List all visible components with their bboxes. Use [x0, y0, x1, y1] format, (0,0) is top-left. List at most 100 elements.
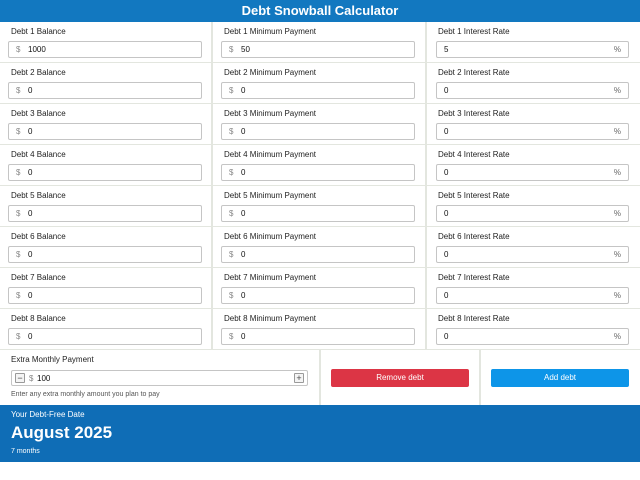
page-title: Debt Snowball Calculator: [0, 0, 640, 22]
debt-4-interest-rate-input[interactable]: 0%: [436, 164, 629, 181]
debt-5-balance-input[interactable]: $0: [8, 205, 202, 222]
debt-8-balance-input[interactable]: $0: [8, 328, 202, 345]
debt-5-balance-value[interactable]: 0: [28, 209, 32, 218]
debt-5-balance-label: Debt 5 Balance: [11, 191, 66, 200]
debt-7-interest-rate-input[interactable]: 0%: [436, 287, 629, 304]
debt-7-minimum-payment-cell: Debt 7 Minimum Payment $0: [213, 268, 425, 308]
currency-prefix: $: [229, 86, 234, 95]
debt-1-interest-rate-cell: Debt 1 Interest Rate 5%: [427, 22, 640, 62]
extra-payment-value[interactable]: 100: [37, 374, 50, 383]
debt-6-balance-cell: Debt 6 Balance $0: [0, 227, 211, 267]
debt-6-interest-rate-cell: Debt 6 Interest Rate 0%: [427, 227, 640, 267]
debt-1-minimum-payment-label: Debt 1 Minimum Payment: [224, 27, 317, 36]
percent-suffix: %: [613, 291, 621, 300]
debt-5-interest-rate-cell: Debt 5 Interest Rate 0%: [427, 186, 640, 226]
debt-1-minimum-payment-input[interactable]: $50: [221, 41, 415, 58]
debt-grid: Debt 1 Balance $1000 Debt 1 Minimum Paymen…: [0, 22, 640, 350]
bottom-row: Extra Monthly Payment − $ 100 + Enter an…: [0, 350, 640, 405]
debt-2-minimum-payment-value[interactable]: 0: [241, 86, 245, 95]
add-debt-button[interactable]: Add debt: [491, 369, 629, 387]
currency-prefix: $: [29, 374, 34, 383]
debt-7-interest-rate-value[interactable]: 0: [444, 291, 448, 300]
currency-prefix: $: [229, 332, 234, 341]
debt-2-balance-label: Debt 2 Balance: [11, 68, 66, 77]
debt-2-balance-value[interactable]: 0: [28, 86, 32, 95]
debt-2-balance-input[interactable]: $0: [8, 82, 202, 99]
currency-prefix: $: [229, 209, 234, 218]
debt-6-interest-rate-value[interactable]: 0: [444, 250, 448, 259]
debt-7-balance-input[interactable]: $0: [8, 287, 202, 304]
debt-1-interest-rate-input[interactable]: 5%: [436, 41, 629, 58]
debt-2-interest-rate-label: Debt 2 Interest Rate: [438, 68, 510, 77]
debt-2-interest-rate-value[interactable]: 0: [444, 86, 448, 95]
decrement-button[interactable]: −: [15, 373, 25, 383]
increment-button[interactable]: +: [294, 373, 304, 383]
percent-suffix: %: [613, 168, 621, 177]
debt-8-interest-rate-input[interactable]: 0%: [436, 328, 629, 345]
debt-1-minimum-payment-cell: Debt 1 Minimum Payment $50: [213, 22, 425, 62]
currency-prefix: $: [16, 86, 21, 95]
debt-3-interest-rate-label: Debt 3 Interest Rate: [438, 109, 510, 118]
debt-4-minimum-payment-value[interactable]: 0: [241, 168, 245, 177]
debt-6-minimum-payment-value[interactable]: 0: [241, 250, 245, 259]
debt-3-minimum-payment-cell: Debt 3 Minimum Payment $0: [213, 104, 425, 144]
debt-8-interest-rate-value[interactable]: 0: [444, 332, 448, 341]
currency-prefix: $: [16, 332, 21, 341]
debt-8-balance-value[interactable]: 0: [28, 332, 32, 341]
currency-prefix: $: [229, 45, 234, 54]
debt-6-balance-value[interactable]: 0: [28, 250, 32, 259]
debt-3-minimum-payment-label: Debt 3 Minimum Payment: [224, 109, 317, 118]
debt-3-interest-rate-cell: Debt 3 Interest Rate 0%: [427, 104, 640, 144]
debt-4-interest-rate-value[interactable]: 0: [444, 168, 448, 177]
result-panel: Your Debt-Free Date August 2025 7 months: [0, 405, 640, 462]
debt-5-minimum-payment-label: Debt 5 Minimum Payment: [224, 191, 317, 200]
debt-4-balance-value[interactable]: 0: [28, 168, 32, 177]
debt-7-interest-rate-cell: Debt 7 Interest Rate 0%: [427, 268, 640, 308]
debt-1-balance-value[interactable]: 1000: [28, 45, 46, 54]
debt-5-minimum-payment-value[interactable]: 0: [241, 209, 245, 218]
debt-3-minimum-payment-value[interactable]: 0: [241, 127, 245, 136]
debt-5-interest-rate-input[interactable]: 0%: [436, 205, 629, 222]
currency-prefix: $: [16, 209, 21, 218]
debt-4-balance-label: Debt 4 Balance: [11, 150, 66, 159]
debt-1-minimum-payment-value[interactable]: 50: [241, 45, 250, 54]
debt-8-minimum-payment-input[interactable]: $0: [221, 328, 415, 345]
debt-1-interest-rate-value[interactable]: 5: [444, 45, 448, 54]
debt-2-minimum-payment-input[interactable]: $0: [221, 82, 415, 99]
debt-8-minimum-payment-label: Debt 8 Minimum Payment: [224, 314, 317, 323]
extra-payment-help: Enter any extra monthly amount you plan …: [11, 391, 160, 398]
percent-suffix: %: [613, 86, 621, 95]
debt-5-interest-rate-value[interactable]: 0: [444, 209, 448, 218]
debt-6-minimum-payment-input[interactable]: $0: [221, 246, 415, 263]
debt-7-balance-value[interactable]: 0: [28, 291, 32, 300]
extra-payment-label: Extra Monthly Payment: [11, 355, 94, 364]
debt-2-balance-cell: Debt 2 Balance $0: [0, 63, 211, 103]
debt-4-balance-input[interactable]: $0: [8, 164, 202, 181]
debt-6-interest-rate-input[interactable]: 0%: [436, 246, 629, 263]
debt-3-interest-rate-input[interactable]: 0%: [436, 123, 629, 140]
debt-5-minimum-payment-input[interactable]: $0: [221, 205, 415, 222]
extra-payment-panel: Extra Monthly Payment − $ 100 + Enter an…: [0, 350, 319, 405]
debt-2-interest-rate-input[interactable]: 0%: [436, 82, 629, 99]
debt-3-balance-input[interactable]: $0: [8, 123, 202, 140]
debt-8-minimum-payment-value[interactable]: 0: [241, 332, 245, 341]
remove-debt-button[interactable]: Remove debt: [331, 369, 469, 387]
percent-suffix: %: [613, 250, 621, 259]
debt-3-interest-rate-value[interactable]: 0: [444, 127, 448, 136]
extra-payment-stepper[interactable]: − $ 100 +: [11, 370, 308, 386]
currency-prefix: $: [229, 168, 234, 177]
debt-1-balance-input[interactable]: $1000: [8, 41, 202, 58]
debt-7-balance-cell: Debt 7 Balance $0: [0, 268, 211, 308]
add-button-panel: Add debt: [481, 350, 640, 405]
debt-3-balance-value[interactable]: 0: [28, 127, 32, 136]
debt-6-balance-input[interactable]: $0: [8, 246, 202, 263]
debt-7-minimum-payment-value[interactable]: 0: [241, 291, 245, 300]
debt-free-date: August 2025: [11, 423, 113, 442]
debt-7-minimum-payment-input[interactable]: $0: [221, 287, 415, 304]
debt-2-interest-rate-cell: Debt 2 Interest Rate 0%: [427, 63, 640, 103]
debt-4-minimum-payment-input[interactable]: $0: [221, 164, 415, 181]
debt-3-minimum-payment-input[interactable]: $0: [221, 123, 415, 140]
debt-1-balance-label: Debt 1 Balance: [11, 27, 66, 36]
debt-5-balance-cell: Debt 5 Balance $0: [0, 186, 211, 226]
currency-prefix: $: [16, 291, 21, 300]
